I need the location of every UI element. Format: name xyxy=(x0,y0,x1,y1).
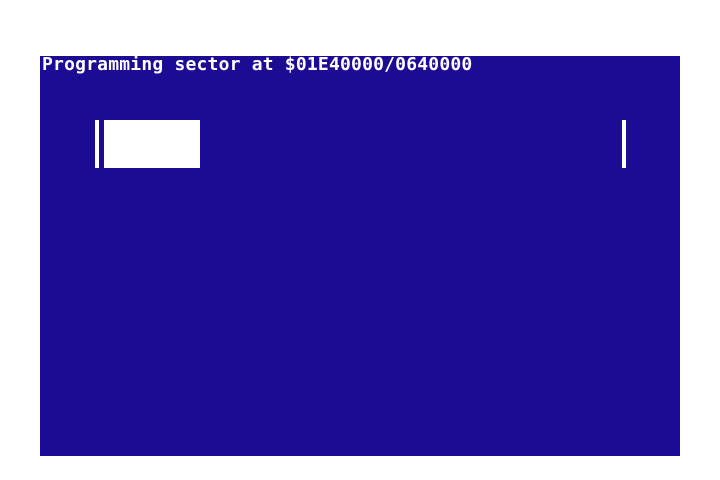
progress-bar-right-cap xyxy=(622,120,626,168)
progress-bar xyxy=(104,120,620,168)
terminal-screen: Programming sector at $01E40000/0640000 xyxy=(40,56,680,456)
status-message: Programming sector at $01E40000/0640000 xyxy=(42,56,473,75)
progress-bar-fill xyxy=(104,120,200,168)
progress-bar-left-cap xyxy=(95,120,99,168)
